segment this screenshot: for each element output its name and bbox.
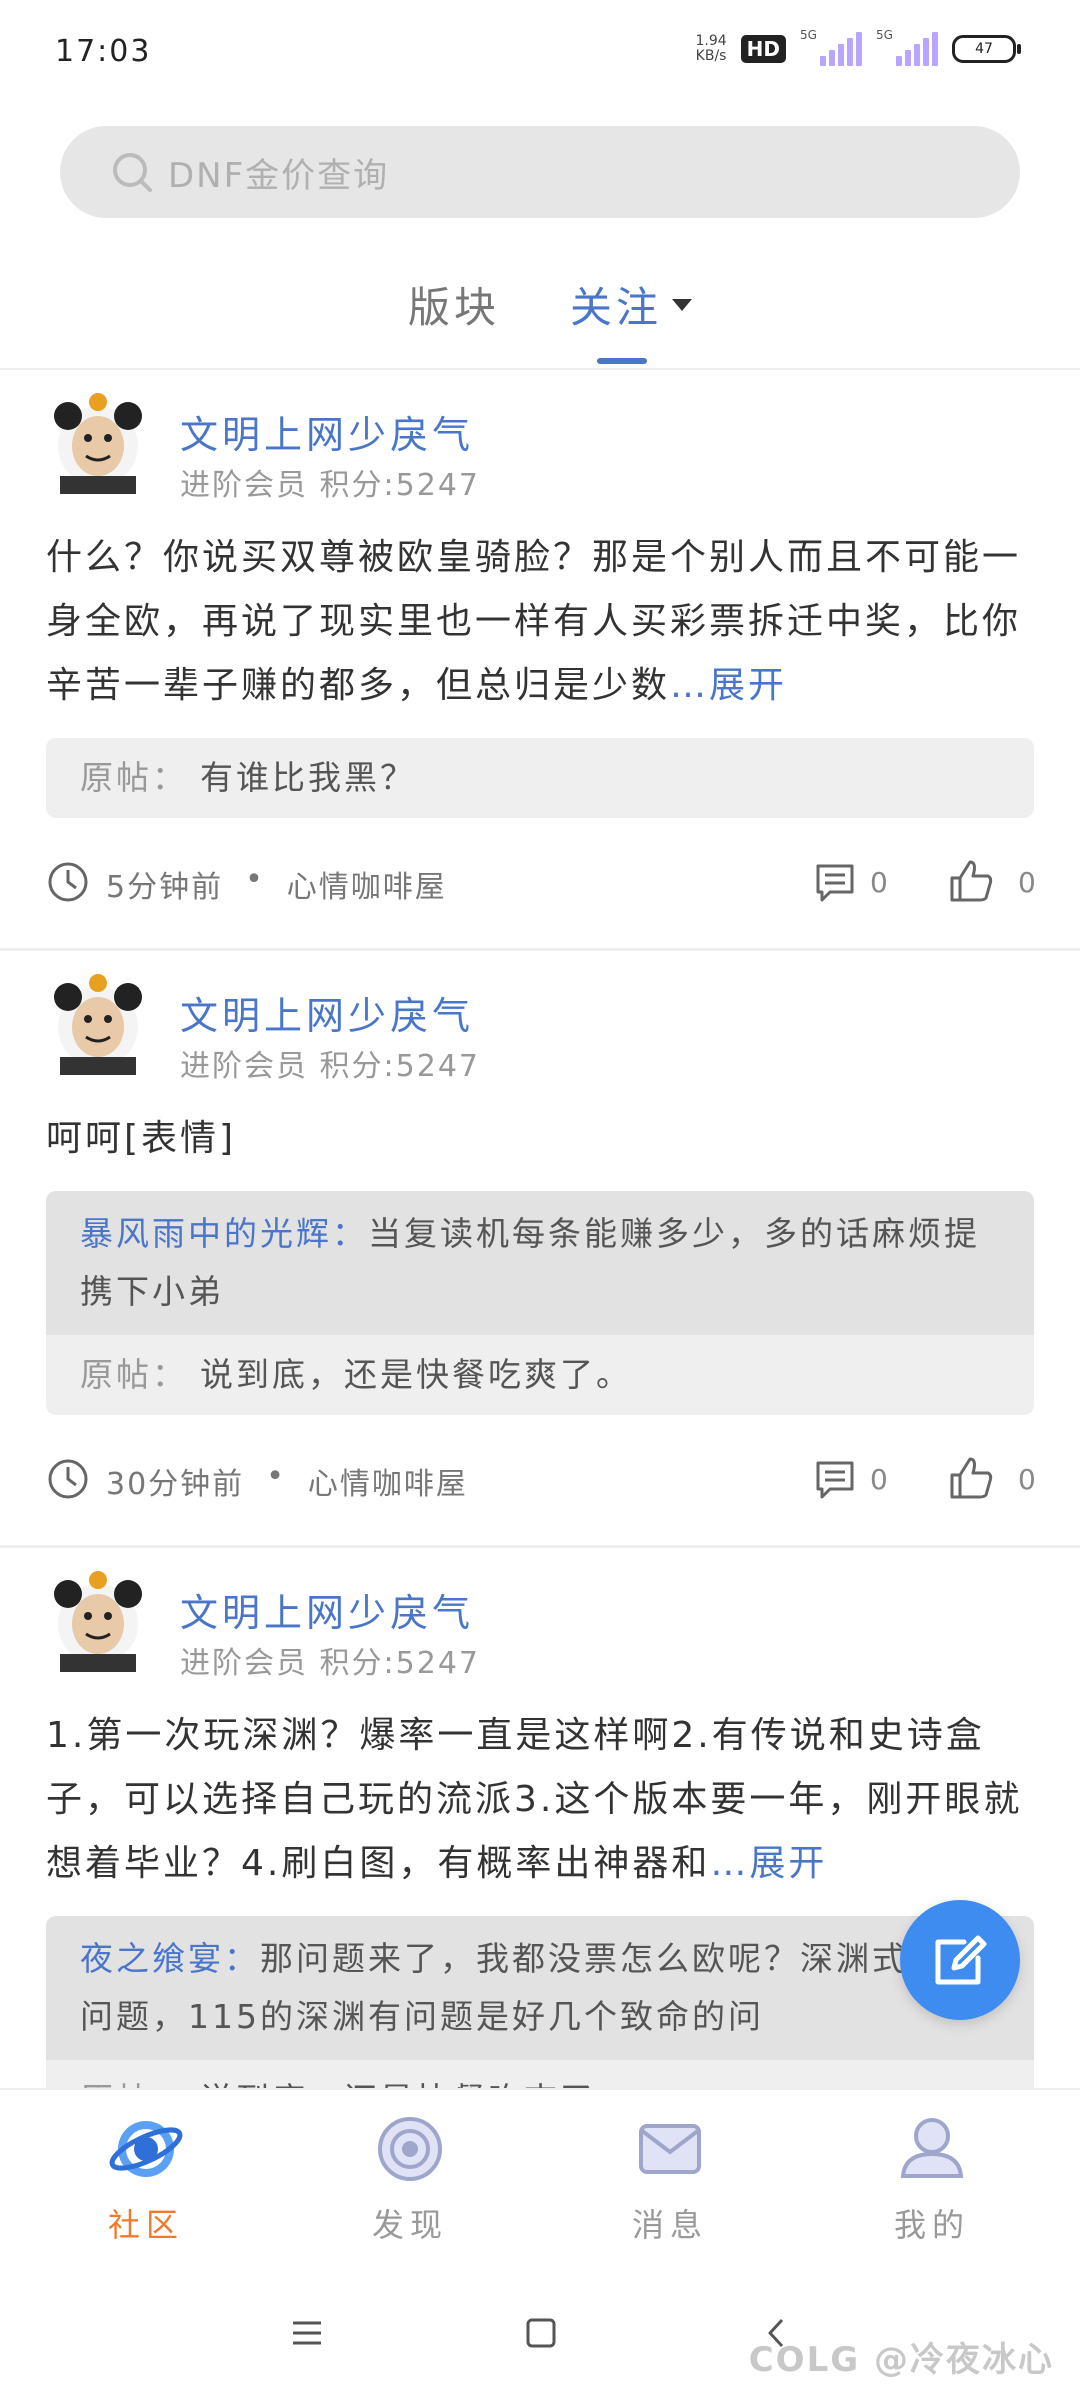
quoted-reply[interactable]: 暴风雨中的光辉：当复读机每条能赚多少，多的话麻烦提携下小弟 [46,1191,1034,1335]
original-post[interactable]: 原帖： 说到底，还是快餐吃爽了。 [46,2060,1034,2088]
profile-icon [900,2118,964,2178]
menu-icon[interactable] [290,2316,324,2350]
tab-bar: 版块 关注 [0,260,1080,370]
post-header: 文明上网少戾气 进阶会员 积分:5247 [46,370,1034,520]
post-feed[interactable]: 文明上网少戾气 进阶会员 积分:5247 什么？你说买双尊被欧皇骑脸？那是个别人… [0,370,1080,2088]
clock-icon [48,1459,88,1499]
bottom-nav: 社区 发现 消息 我的 [0,2088,1080,2270]
nav-discover[interactable]: 发现 [330,2110,490,2246]
original-label: 原帖： [80,1355,188,1394]
forum-name[interactable]: 心情咖啡屋 [287,862,447,906]
signal-icon: 5G [876,28,938,66]
original-label: 原帖： [80,758,188,797]
post-footer: 5分钟前 • 心情咖啡屋 0 0 [46,818,1036,948]
tab-follow[interactable]: 关注 [570,274,693,335]
avatar[interactable] [46,973,150,1077]
post-footer: 30分钟前 • 心情咖啡屋 0 0 [46,1415,1036,1545]
thumbs-up-icon[interactable] [948,1455,994,1501]
expand-link[interactable]: …展开 [670,665,787,706]
status-bar: 17:03 1.94 KB/s HD 5G 5G 47 [0,0,1080,110]
post-time: 30分钟前 [106,1467,245,1502]
member-info: 进阶会员 积分:5247 [180,1049,480,1084]
post-header: 文明上网少戾气 进阶会员 积分:5247 [46,951,1034,1101]
quoted-content[interactable]: 夜之飨宴：那问题来了，我都没票怎么欧呢？深渊式不是问题，115的深渊有问题是好几… [46,1916,1034,2088]
message-icon [639,2124,701,2174]
quoted-reply[interactable]: 夜之飨宴：那问题来了，我都没票怎么欧呢？深渊式不是问题，115的深渊有问题是好几… [46,1916,1034,2060]
post-meta: 5分钟前 • 心情咖啡屋 [106,862,447,906]
watermark: COLG @冷夜冰心 [748,2340,1054,2380]
nav-profile[interactable]: 我的 [852,2110,1012,2246]
post-card[interactable]: 文明上网少戾气 进阶会员 积分:5247 什么？你说买双尊被欧皇骑脸？那是个别人… [0,370,1080,951]
post-card[interactable]: 文明上网少戾气 进阶会员 积分:5247 呵呵[表情] 暴风雨中的光辉：当复读机… [0,951,1080,1548]
author-name[interactable]: 文明上网少戾气 [180,1582,474,1637]
post-text[interactable]: 1.第一次玩深渊？爆率一直是这样啊2.有传说和史诗盒子，可以选择自己玩的流派3.… [46,1704,1034,1896]
original-post[interactable]: 原帖： 有谁比我黑？ [46,738,1034,818]
post-header: 文明上网少戾气 进阶会员 积分:5247 [46,1548,1034,1698]
compose-button[interactable] [900,1900,1020,2020]
member-info: 进阶会员 积分:5247 [180,468,480,503]
nav-community[interactable]: 社区 [66,2110,226,2246]
search-placeholder: DNF金价查询 [168,155,390,196]
post-text[interactable]: 什么？你说买双尊被欧皇骑脸？那是个别人而且不可能一身全欧，再说了现实里也一样有人… [46,526,1034,718]
meta-separator: • [266,1459,286,1494]
hd-icon: HD [740,35,786,63]
status-indicators: 1.94 KB/s HD 5G 5G 47 [695,28,1021,66]
edit-icon [935,1935,987,1985]
original-text: 有谁比我黑？ [200,758,416,797]
signal-icon: 5G [800,28,862,66]
meta-separator: • [245,862,265,897]
post-card[interactable]: 文明上网少戾气 进阶会员 积分:5247 1.第一次玩深渊？爆率一直是这样啊2.… [0,1548,1080,2088]
community-icon [109,2121,183,2177]
author-name[interactable]: 文明上网少戾气 [180,985,474,1040]
discover-icon [378,2117,442,2181]
quoted-user[interactable]: 夜之飨宴： [80,1939,260,1978]
member-info: 进阶会员 积分:5247 [180,1646,480,1681]
battery-icon: 47 [952,35,1021,63]
author-name[interactable]: 文明上网少戾气 [180,404,474,459]
status-time: 17:03 [55,34,152,69]
active-tab-indicator [597,358,647,364]
original-label: 原帖： [80,2080,188,2088]
caret-down-icon [672,298,693,311]
like-count: 0 [1018,1463,1036,1496]
network-speed: 1.94 KB/s [695,33,727,64]
original-post-quote[interactable]: 原帖： 有谁比我黑？ [46,738,1034,818]
quoted-content[interactable]: 暴风雨中的光辉：当复读机每条能赚多少，多的话麻烦提携下小弟 原帖： 说到底，还是快… [46,1191,1034,1415]
comment-count: 0 [870,866,888,899]
comment-icon[interactable] [814,862,856,904]
nav-messages[interactable]: 消息 [590,2110,750,2246]
home-icon[interactable] [524,2316,558,2350]
expand-link[interactable]: …展开 [710,1843,827,1884]
search-icon [113,153,152,192]
post-meta: 30分钟前 • 心情咖啡屋 [106,1459,468,1503]
thumbs-up-icon[interactable] [948,858,994,904]
comment-icon[interactable] [814,1459,856,1501]
clock-icon [48,862,88,902]
avatar[interactable] [46,1570,150,1674]
tab-sections[interactable]: 版块 [408,274,500,335]
original-text: 说到底，还是快餐吃爽了。 [200,1355,632,1394]
avatar[interactable] [46,392,150,496]
comment-count: 0 [870,1463,888,1496]
quoted-user[interactable]: 暴风雨中的光辉： [80,1214,368,1253]
like-count: 0 [1018,866,1036,899]
original-post[interactable]: 原帖： 说到底，还是快餐吃爽了。 [46,1335,1034,1415]
search-bar[interactable]: DNF金价查询 [60,126,1020,218]
post-text[interactable]: 呵呵[表情] [46,1107,1034,1171]
forum-name[interactable]: 心情咖啡屋 [308,1459,468,1503]
post-time: 5分钟前 [106,870,224,905]
original-text: 说到底，还是快餐吃爽了。 [200,2080,632,2088]
system-nav-bar: COLG @冷夜冰心 [0,2268,1080,2400]
